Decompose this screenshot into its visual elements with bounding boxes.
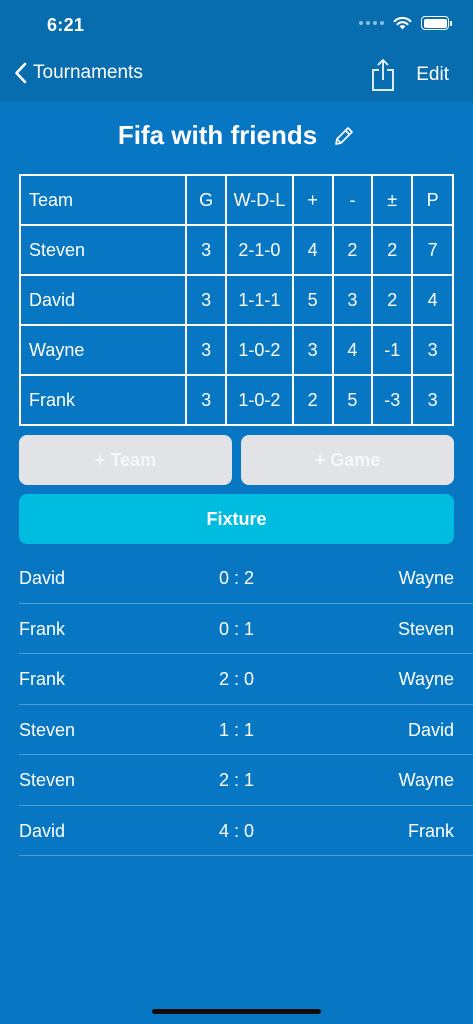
cell-games: 3 xyxy=(185,224,228,276)
fixture-away-team: Wayne xyxy=(398,770,454,790)
cell-team: Frank xyxy=(18,374,188,426)
cell-points: 3 xyxy=(411,324,454,376)
fixture-button[interactable]: Fixture xyxy=(19,494,454,544)
standings-row[interactable]: Frank 3 1-0-2 2 5 -3 3 xyxy=(18,374,454,426)
tournament-title: Fifa with friends xyxy=(117,120,318,150)
fixture-away-team: David xyxy=(407,719,454,740)
cell-goal-difference: 2 xyxy=(371,274,414,326)
add-game-button[interactable]: + Game xyxy=(241,435,454,485)
battery-icon xyxy=(421,16,452,30)
fixture-row[interactable]: Frank 0 : 1 Steven xyxy=(19,604,473,655)
column-header-goal-difference: ± xyxy=(371,174,414,226)
cell-games: 3 xyxy=(185,324,228,376)
wifi-icon xyxy=(393,16,412,30)
fixture-score: 1 : 1 xyxy=(218,719,255,740)
cell-wdl: 1-1-1 xyxy=(225,274,294,326)
fixture-away-team: Frank xyxy=(407,820,454,841)
fixture-row[interactable]: Steven 1 : 1 David xyxy=(19,705,473,756)
column-header-games: G xyxy=(185,174,228,226)
back-label: Tournaments xyxy=(33,62,143,83)
pencil-icon xyxy=(335,126,354,145)
fixture-score: 2 : 1 xyxy=(218,770,255,790)
standings-header-row: Team G W-D-L + - ± P xyxy=(18,174,454,226)
edit-button[interactable]: Edit xyxy=(416,64,449,86)
edit-title-button[interactable] xyxy=(333,125,355,147)
column-header-points: P xyxy=(411,174,454,226)
share-icon xyxy=(372,59,394,91)
cell-team: Steven xyxy=(18,224,188,276)
cell-goals-against: 4 xyxy=(331,324,374,376)
column-header-team: Team xyxy=(18,174,188,226)
home-indicator[interactable] xyxy=(152,1009,321,1014)
status-icons xyxy=(359,16,452,30)
fixture-away-team: Wayne xyxy=(398,568,454,588)
cell-games: 3 xyxy=(185,274,228,326)
cell-goals-for: 3 xyxy=(291,324,334,376)
fixture-away-team: Steven xyxy=(397,618,454,639)
cell-points: 4 xyxy=(411,274,454,326)
chevron-left-icon xyxy=(15,62,27,84)
cell-goals-against: 5 xyxy=(331,374,374,426)
column-header-goals-for: + xyxy=(291,174,334,226)
back-button[interactable]: Tournaments xyxy=(14,62,143,84)
cell-team: Wayne xyxy=(18,324,188,376)
cell-wdl: 1-0-2 xyxy=(225,374,294,426)
fixture-list: David 0 : 2 Wayne Frank 0 : 1 Steven Fra… xyxy=(19,553,473,857)
cell-goal-difference: -3 xyxy=(371,374,414,426)
add-team-button[interactable]: + Team xyxy=(19,435,232,485)
signal-dots-icon xyxy=(359,21,384,25)
cell-points: 3 xyxy=(411,374,454,426)
fixture-score: 2 : 0 xyxy=(218,669,255,689)
fixture-score: 0 : 2 xyxy=(218,568,255,588)
fixture-score: 4 : 0 xyxy=(218,820,255,841)
cell-team: David xyxy=(18,274,188,326)
fixture-away-team: Wayne xyxy=(398,669,454,689)
fixture-row[interactable]: David 0 : 2 Wayne xyxy=(19,553,473,604)
fixture-row[interactable]: Frank 2 : 0 Wayne xyxy=(19,654,473,705)
column-header-wdl: W-D-L xyxy=(225,174,294,226)
fixture-row[interactable]: Steven 2 : 1 Wayne xyxy=(19,755,473,806)
fixture-row[interactable]: David 4 : 0 Frank xyxy=(19,806,473,857)
cell-goals-against: 3 xyxy=(331,274,374,326)
cell-points: 7 xyxy=(411,224,454,276)
share-button[interactable] xyxy=(370,58,396,97)
cell-goals-for: 5 xyxy=(291,274,334,326)
cell-wdl: 2-1-0 xyxy=(225,224,294,276)
fixture-score: 0 : 1 xyxy=(218,618,255,639)
cell-goals-for: 2 xyxy=(291,374,334,426)
cell-goal-difference: 2 xyxy=(371,224,414,276)
column-header-goals-against: - xyxy=(331,174,374,226)
title-row: Fifa with friends xyxy=(0,120,473,151)
cell-goal-difference: -1 xyxy=(371,324,414,376)
standings-table: Team G W-D-L + - ± P Steven 3 2-1-0 4 2 … xyxy=(18,174,454,426)
status-time: 6:21 xyxy=(47,15,85,35)
standings-row[interactable]: David 3 1-1-1 5 3 2 4 xyxy=(18,274,454,326)
cell-games: 3 xyxy=(185,374,228,426)
cell-goals-against: 2 xyxy=(331,224,374,276)
standings-row[interactable]: Steven 3 2-1-0 4 2 2 7 xyxy=(18,224,454,276)
cell-goals-for: 4 xyxy=(291,224,334,276)
cell-wdl: 1-0-2 xyxy=(225,324,294,376)
standings-row[interactable]: Wayne 3 1-0-2 3 4 -1 3 xyxy=(18,324,454,376)
